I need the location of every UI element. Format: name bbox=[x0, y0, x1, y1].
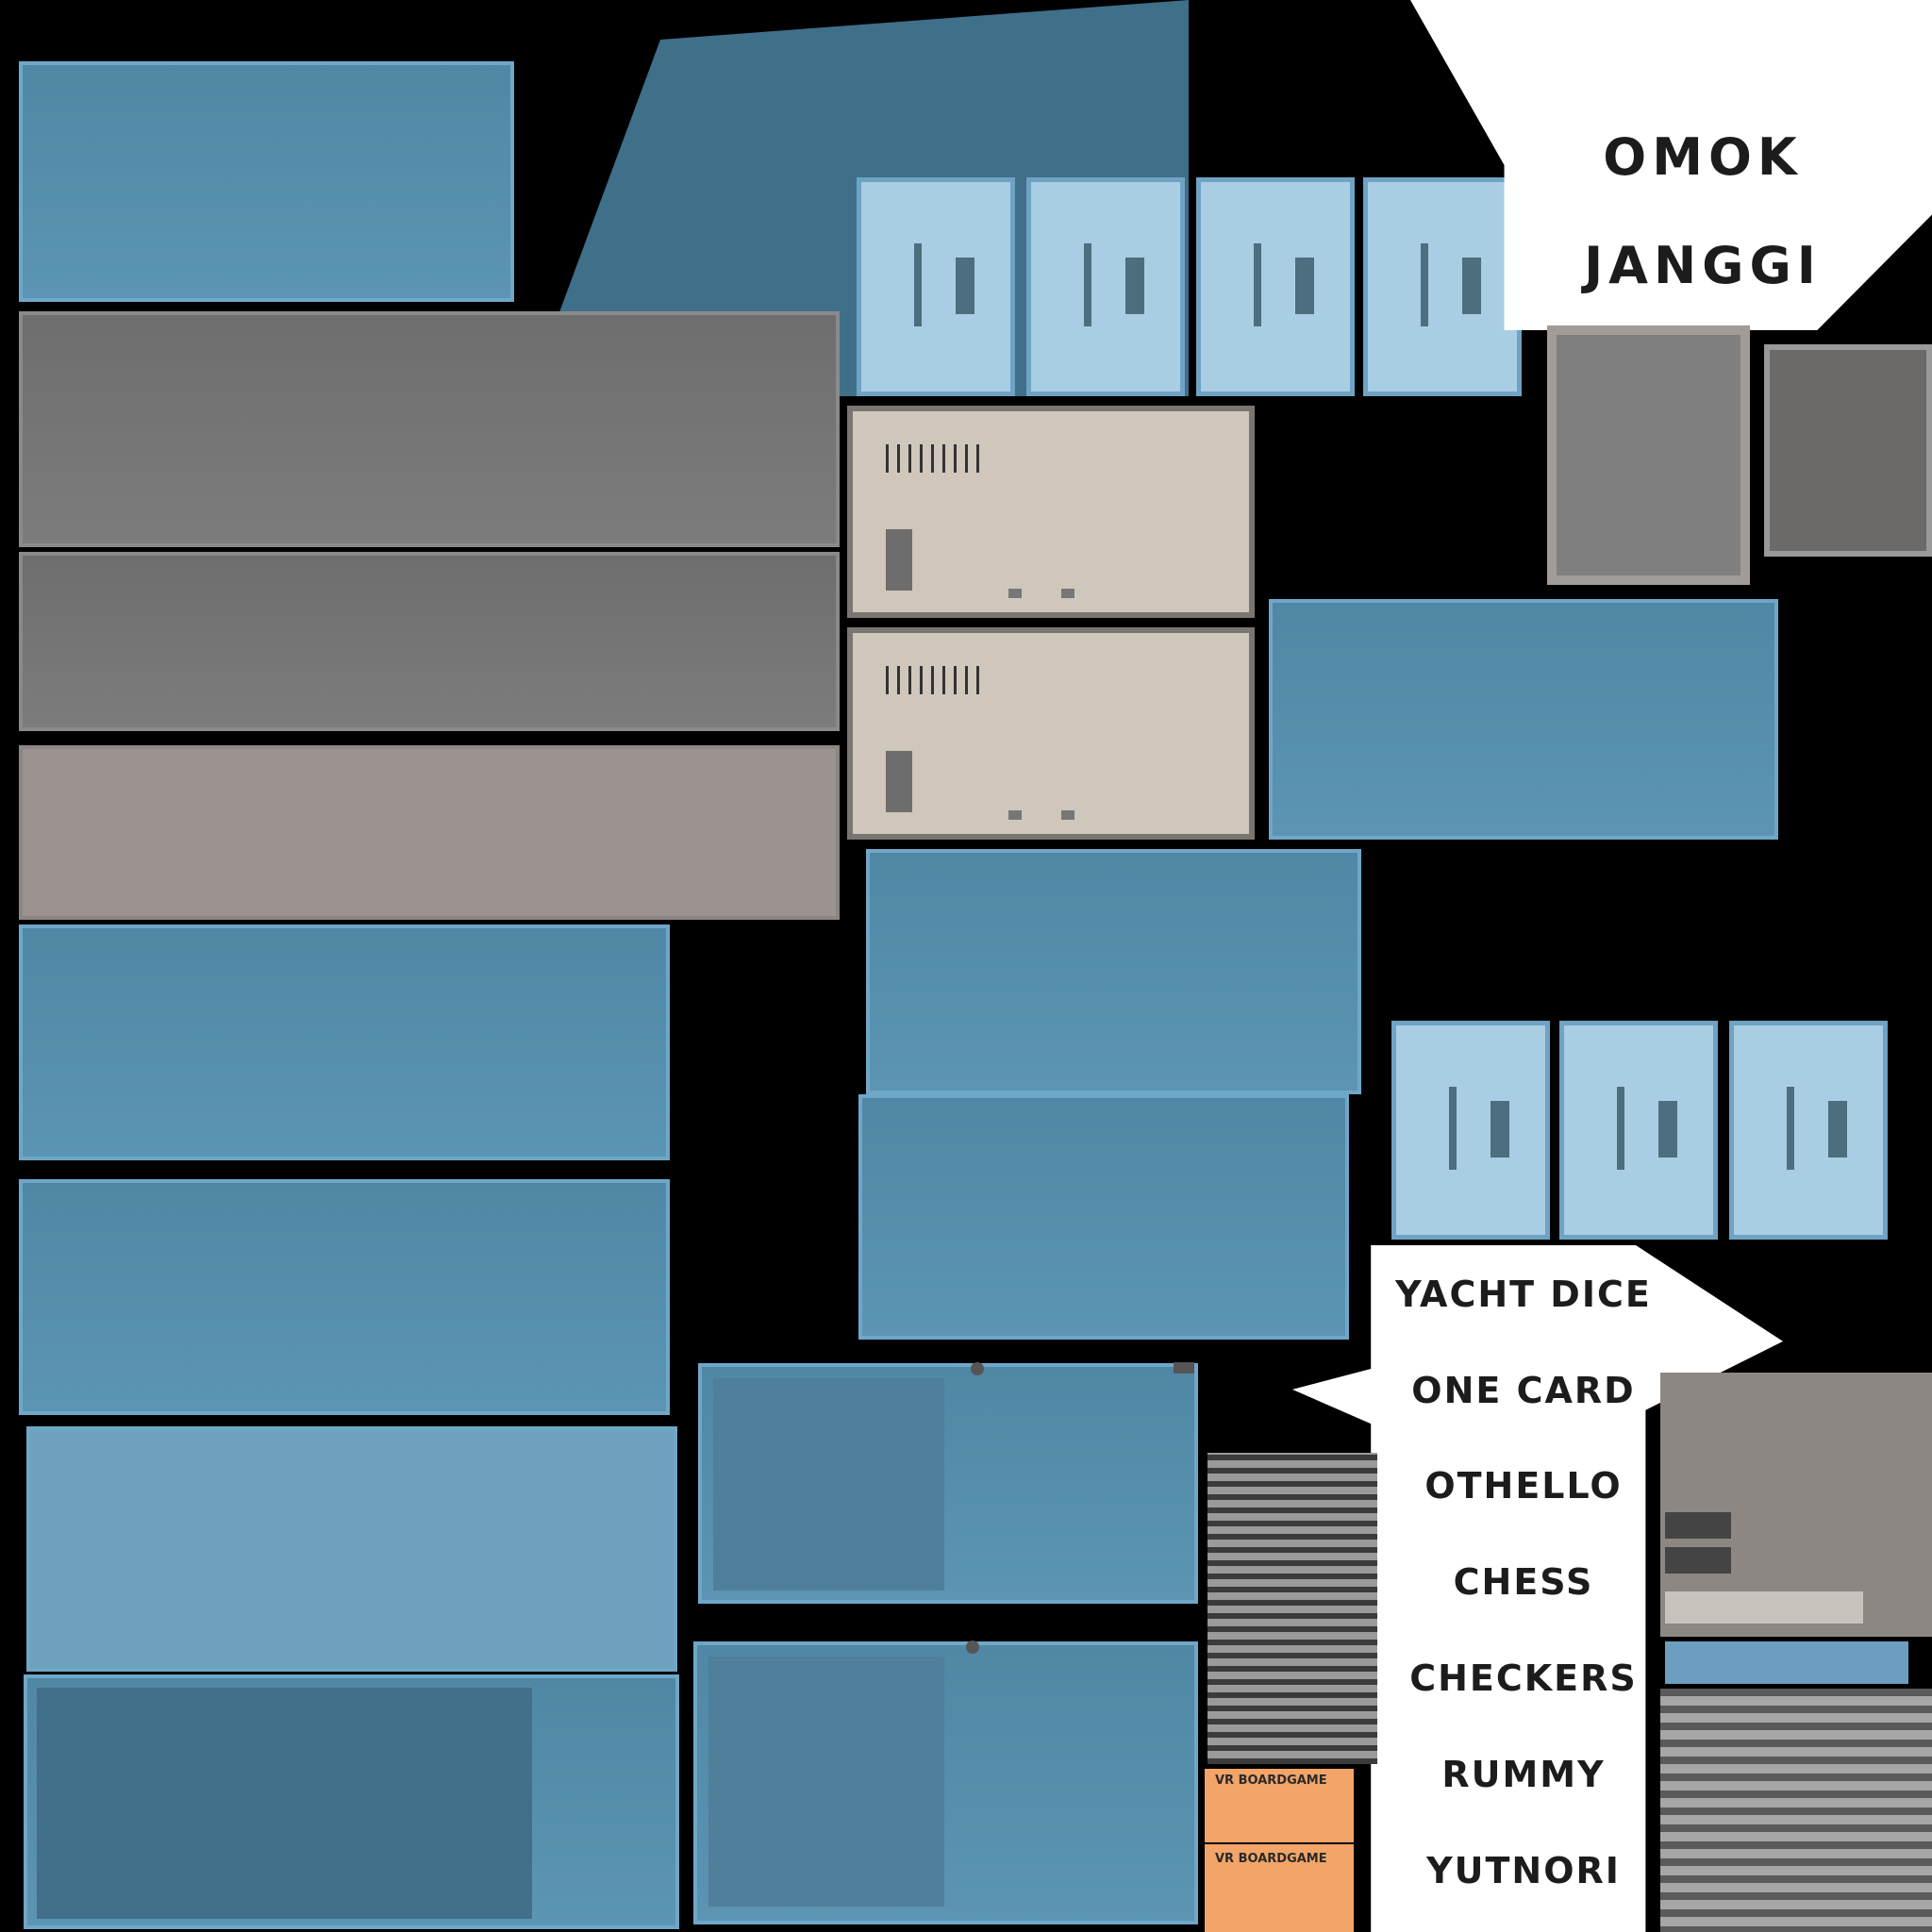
detail-pattern-right bbox=[1660, 1689, 1932, 1932]
tag-vr-boardgame-1: VR BOARDGAME bbox=[1215, 1774, 1327, 1788]
tile-right-1 bbox=[1391, 1021, 1550, 1240]
tile-slot bbox=[914, 243, 922, 326]
tag-vr-boardgame-2: VR BOARDGAME bbox=[1215, 1852, 1327, 1866]
vent-icon bbox=[886, 444, 980, 473]
door-indicator bbox=[1174, 1362, 1194, 1374]
port-slot bbox=[886, 529, 912, 591]
blue-panel-left-3 bbox=[26, 1426, 677, 1672]
game-chess: CHESS bbox=[1453, 1561, 1594, 1603]
tile-slot bbox=[1462, 258, 1481, 314]
beige-box-1 bbox=[847, 406, 1255, 618]
tile-right-2 bbox=[1559, 1021, 1718, 1240]
blue-panel-left-2 bbox=[19, 1179, 670, 1415]
door-knob-icon bbox=[966, 1641, 979, 1654]
tile-top-2 bbox=[1026, 177, 1185, 396]
blue-door-1 bbox=[698, 1362, 1198, 1604]
tile-top-3 bbox=[1196, 177, 1355, 396]
blue-panel-top-left bbox=[19, 61, 514, 302]
tile-slot bbox=[956, 258, 974, 314]
game-yutnori: YUTNORI bbox=[1426, 1850, 1621, 1891]
port-slot bbox=[886, 751, 912, 812]
tile-slot bbox=[1084, 243, 1091, 326]
game-checkers: CHECKERS bbox=[1409, 1657, 1638, 1699]
tile-slot bbox=[1787, 1087, 1794, 1170]
game-yacht-dice: YACHT DICE bbox=[1395, 1274, 1652, 1315]
detail-slot bbox=[1665, 1512, 1731, 1539]
blue-door-2 bbox=[693, 1641, 1198, 1924]
vent-icon bbox=[886, 666, 980, 694]
tile-slot bbox=[1295, 258, 1314, 314]
blue-panel-left-4 bbox=[24, 1674, 679, 1929]
beige-box-2 bbox=[847, 627, 1255, 840]
label-omok: OMOK bbox=[1603, 127, 1803, 187]
game-one-card: ONE CARD bbox=[1411, 1370, 1636, 1411]
blue-panel-left-1 bbox=[19, 924, 670, 1160]
tile-right-3 bbox=[1729, 1021, 1888, 1240]
grey-slab-3 bbox=[19, 745, 840, 920]
detail-slot bbox=[1665, 1547, 1731, 1574]
blue-panel-center-1 bbox=[866, 849, 1361, 1094]
game-rummy: RUMMY bbox=[1441, 1754, 1606, 1795]
tile-top-1 bbox=[857, 177, 1015, 396]
game-othello: OTHELLO bbox=[1424, 1465, 1623, 1507]
tile-slot bbox=[1828, 1101, 1847, 1158]
label-janggi: JANGGI bbox=[1584, 236, 1822, 295]
tile-slot bbox=[1658, 1101, 1677, 1158]
tile-slot bbox=[1491, 1101, 1509, 1158]
tile-slot bbox=[1449, 1087, 1457, 1170]
detail-bar bbox=[1665, 1591, 1863, 1624]
foot-marks bbox=[1008, 589, 1074, 598]
door-knob-icon bbox=[971, 1362, 984, 1375]
tile-top-4 bbox=[1363, 177, 1522, 396]
grey-cube-1 bbox=[1547, 325, 1750, 585]
grey-slab-2 bbox=[19, 552, 840, 731]
tile-slot bbox=[1617, 1087, 1624, 1170]
tile-slot bbox=[1125, 258, 1144, 314]
detail-pattern-left bbox=[1208, 1453, 1377, 1764]
grey-slab-1 bbox=[19, 311, 840, 547]
blue-panel-mid-right bbox=[1269, 599, 1778, 840]
door-inset bbox=[713, 1378, 944, 1591]
tile-slot bbox=[1421, 243, 1428, 326]
blue-panel-center-2 bbox=[858, 1094, 1349, 1340]
door-inset bbox=[708, 1657, 944, 1907]
tile-slot bbox=[1254, 243, 1261, 326]
dark-inset bbox=[37, 1688, 532, 1919]
detail-blue-strip bbox=[1665, 1641, 1908, 1684]
grey-cube-2 bbox=[1764, 344, 1932, 557]
foot-marks bbox=[1008, 810, 1074, 820]
detail-block-right-top bbox=[1660, 1373, 1932, 1637]
